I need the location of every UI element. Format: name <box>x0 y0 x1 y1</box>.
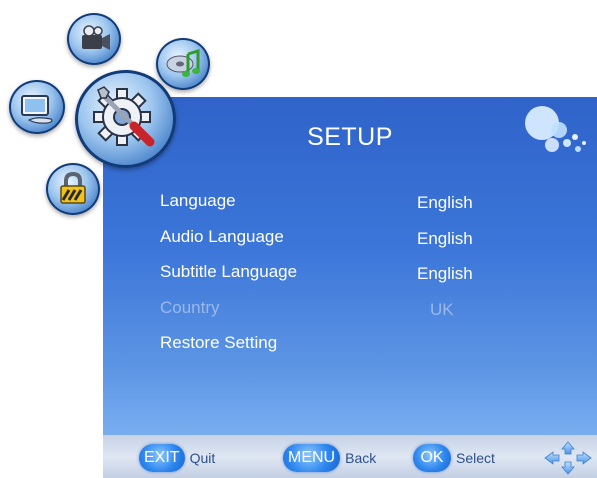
page-title: SETUP <box>307 123 393 151</box>
setup-menu-list: Language English Audio Language English … <box>160 191 580 369</box>
menu-item-label: Subtitle Language <box>160 262 298 281</box>
setup-panel: SETUP Language English Audio Language En… <box>103 97 597 435</box>
menu-item-value: English <box>417 228 473 248</box>
menu-item-value: English <box>417 193 473 212</box>
menu-item-label: Language <box>160 191 236 210</box>
menu-icon-lock[interactable] <box>46 163 100 215</box>
menu-item-subtitle-language[interactable]: Subtitle Language English <box>160 262 580 298</box>
menu-item-label: Country <box>160 297 220 317</box>
exit-key-button[interactable]: EXIT <box>139 444 185 472</box>
menu-hint[interactable]: MENU Back <box>283 443 376 473</box>
menu-item-value: English <box>417 264 473 283</box>
exit-hint[interactable]: EXIT Quit <box>139 443 215 473</box>
menu-item-country: Country UK <box>160 298 580 334</box>
menu-item-language[interactable]: Language English <box>160 191 580 227</box>
settings-gear-wrench-icon <box>93 86 155 147</box>
menu-item-label: Restore Setting <box>160 333 278 352</box>
hint-bar: EXIT Quit MENU Back OK Select <box>103 435 597 478</box>
pc-monitor-icon <box>21 95 53 124</box>
menu-item-restore-setting[interactable]: Restore Setting <box>160 333 580 369</box>
exit-hint-label: Quit <box>189 450 216 466</box>
menu-item-audio-language[interactable]: Audio Language English <box>160 227 580 263</box>
menu-item-value: UK <box>430 299 454 319</box>
menu-icon-setup[interactable] <box>75 70 176 168</box>
navigation-arrows-icon <box>544 441 592 475</box>
menu-hint-label: Back <box>345 450 377 466</box>
menu-icon-camcorder[interactable] <box>67 13 121 65</box>
menu-item-label: Audio Language <box>160 226 284 246</box>
ok-key-button[interactable]: OK <box>413 444 451 472</box>
camcorder-icon <box>82 25 110 50</box>
lock-icon <box>60 171 86 204</box>
ok-hint-label: Select <box>456 450 495 466</box>
menu-key-button[interactable]: MENU <box>283 444 341 472</box>
menu-icon-pc[interactable] <box>9 80 65 134</box>
ok-hint[interactable]: OK Select <box>413 443 495 473</box>
